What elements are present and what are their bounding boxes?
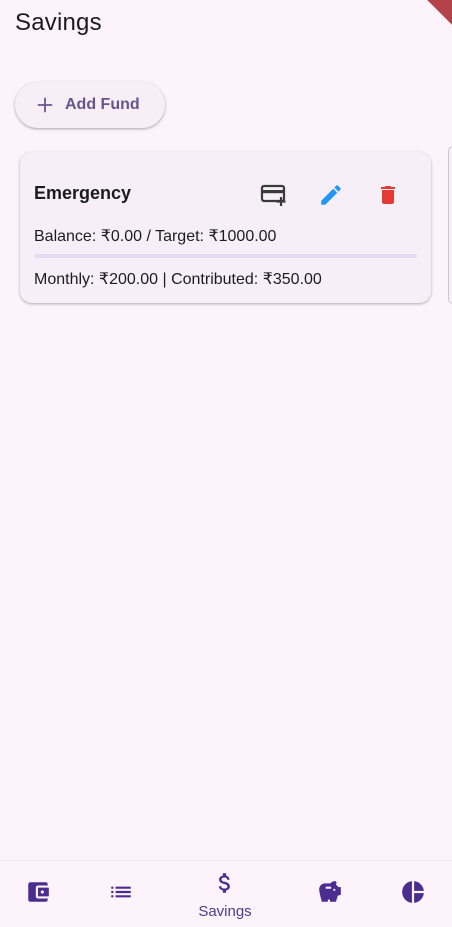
bottom-navigation: Savings [0,860,452,927]
monthly-text: Monthly: ₹200.00 | Contributed: ₹350.00 [34,271,322,288]
fund-name: Emergency [34,183,132,203]
next-card-edge [448,146,452,304]
add-fund-button[interactable]: Add Fund [15,82,165,128]
wallet-icon [28,882,49,902]
plus-icon [37,97,53,113]
page-title: Savings [15,9,102,36]
delete-icon[interactable] [376,182,400,208]
add-fund-label: Add Fund [65,96,140,113]
dollar-icon [218,873,230,893]
list-icon [111,886,131,898]
debug-banner [420,0,452,27]
nav-label-savings: Savings [198,903,252,920]
pie-chart-icon [402,881,424,903]
add-money-icon[interactable] [260,182,288,208]
fund-card: Emergency Balance: ₹0.00 / Target: ₹1000… [20,152,431,303]
nav-item-piggy-bank[interactable] [300,861,360,927]
balance-text: Balance: ₹0.00 / Target: ₹1000.00 [34,228,277,245]
nav-item-savings[interactable]: Savings [195,861,255,927]
nav-item-wallet[interactable] [8,861,68,927]
fund-progress-bar [34,254,417,258]
edit-icon[interactable] [318,182,344,208]
piggy-bank-icon [319,881,341,902]
nav-item-list[interactable] [91,861,151,927]
nav-item-reports[interactable] [383,861,443,927]
